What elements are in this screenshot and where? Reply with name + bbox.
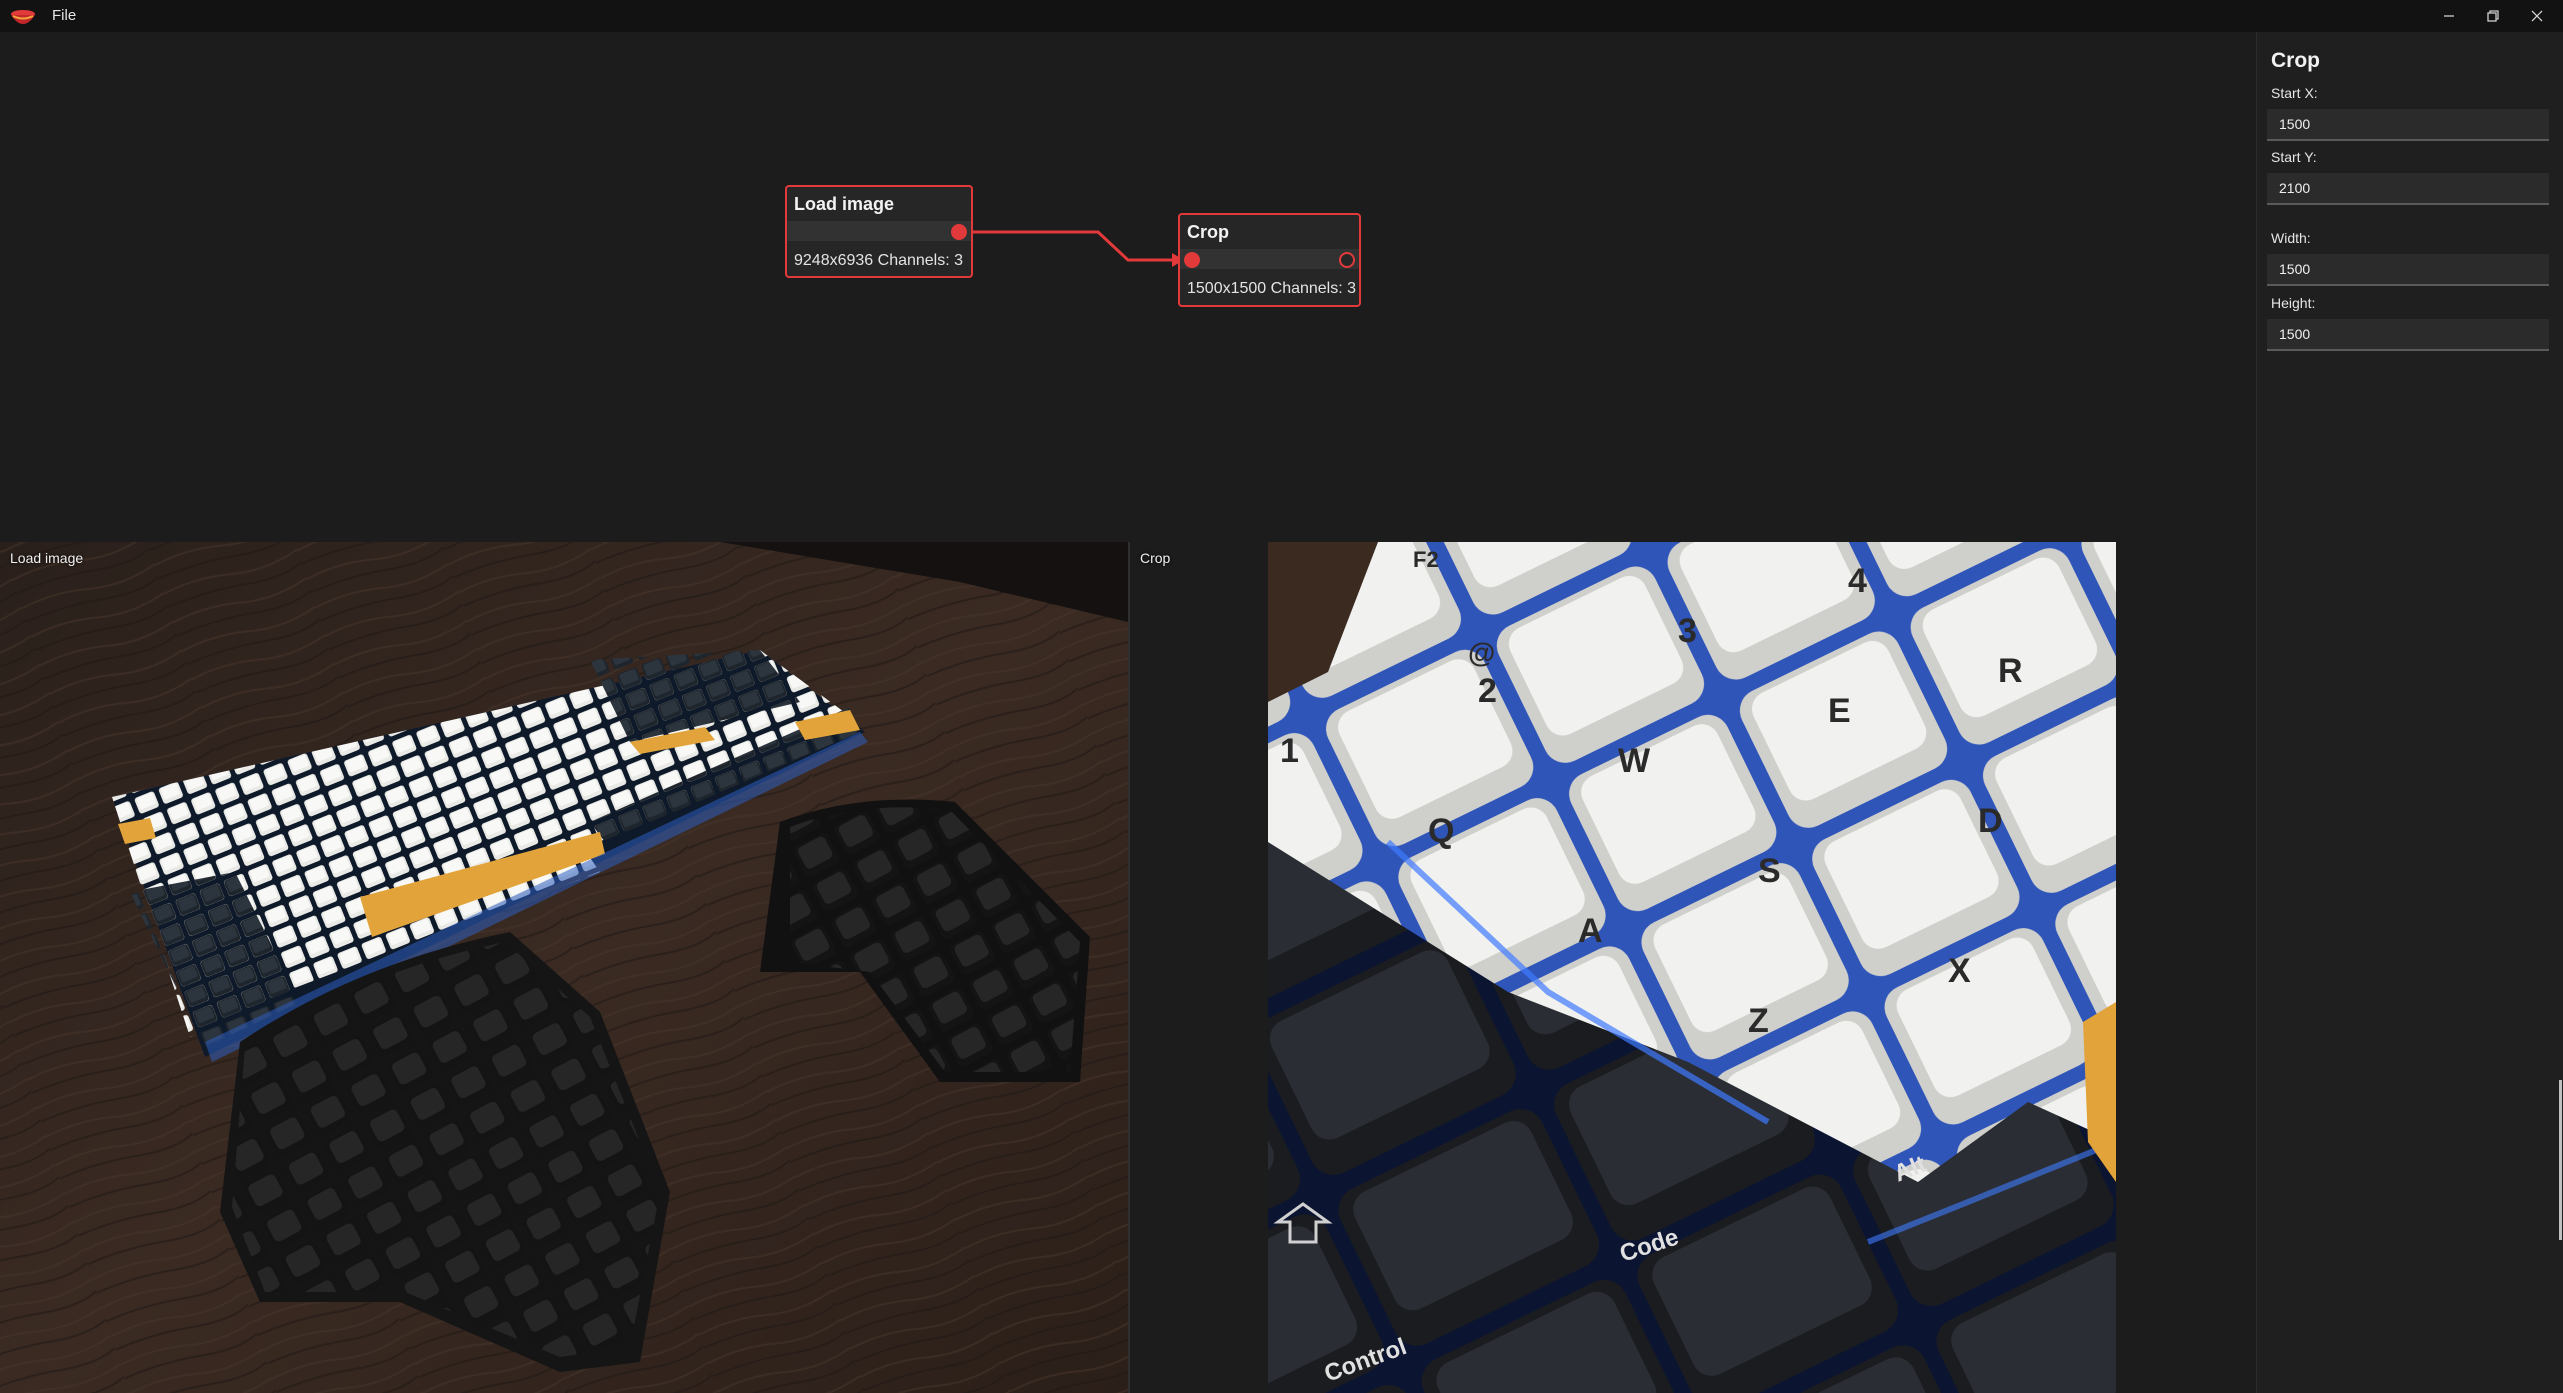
svg-text:Q: Q [1428, 812, 1454, 850]
properties-panel: Crop Start X: Start Y: Width: Height: [2256, 32, 2563, 1393]
load-image-photo [0, 542, 1128, 1393]
start-y-label: Start Y: [2271, 149, 2317, 165]
title-bar: File [0, 0, 2563, 32]
svg-text:2: 2 [1478, 672, 1497, 710]
start-x-label: Start X: [2271, 85, 2318, 101]
height-input[interactable] [2267, 319, 2549, 351]
crop-image-photo: F2 @ 2 3 4 1 R W E Q D S A X Z Code Alt … [1268, 542, 2116, 1393]
preview-label: Crop [1140, 550, 1171, 566]
output-port[interactable] [1339, 252, 1355, 268]
node-title: Crop [1187, 222, 1229, 242]
node-info: 1500x1500 Channels: 3 [1187, 280, 1357, 297]
svg-text:3: 3 [1678, 612, 1697, 650]
svg-text:E: E [1828, 692, 1851, 730]
svg-text:S: S [1758, 852, 1781, 890]
svg-text:4: 4 [1848, 562, 1867, 600]
menu-file[interactable]: File [52, 7, 76, 24]
output-port[interactable] [951, 224, 967, 240]
svg-text:W: W [1618, 742, 1651, 780]
svg-text:F2: F2 [1413, 547, 1439, 572]
preview-crop: Crop F2 @ 2 3 4 1 R W E Q D S A X Z Code… [1130, 542, 2256, 1393]
svg-text:@: @ [1468, 637, 1495, 668]
close-icon [2531, 10, 2543, 22]
restore-button[interactable] [2471, 0, 2515, 32]
minimize-icon [2444, 15, 2454, 17]
node-info: 9248x6936 Channels: 3 [794, 252, 964, 269]
start-y-input[interactable] [2267, 173, 2549, 205]
bowl-logo-icon [11, 10, 35, 24]
input-port[interactable] [1184, 252, 1200, 268]
width-input[interactable] [2267, 254, 2549, 286]
properties-title: Crop [2271, 49, 2320, 72]
close-button[interactable] [2515, 0, 2559, 32]
restore-icon [2487, 10, 2499, 22]
node-crop[interactable]: Crop 1500x1500 Channels: 3 [1178, 213, 1361, 307]
node-title: Load image [794, 194, 895, 214]
node-connection-link [958, 230, 1184, 267]
width-label: Width: [2271, 230, 2311, 246]
node-graph-canvas[interactable]: Load image 9248x6936 Channels: 3 Crop 15… [0, 32, 2256, 542]
preview-load-image: Load image [0, 542, 1128, 1393]
minimize-button[interactable] [2427, 0, 2471, 32]
node-load-image[interactable]: Load image 9248x6936 Channels: 3 [785, 185, 973, 278]
svg-text:1: 1 [1280, 732, 1299, 770]
svg-text:D: D [1978, 802, 2003, 840]
preview-label: Load image [10, 550, 84, 566]
svg-text:R: R [1998, 652, 2023, 690]
scrollbar-thumb[interactable] [2559, 1080, 2562, 1240]
node-port-row [1180, 249, 1359, 269]
height-label: Height: [2271, 295, 2316, 311]
svg-text:A: A [1578, 912, 1603, 950]
start-x-input[interactable] [2267, 109, 2549, 141]
svg-text:Z: Z [1748, 1002, 1769, 1040]
node-port-row [787, 221, 971, 241]
svg-text:X: X [1948, 952, 1971, 990]
